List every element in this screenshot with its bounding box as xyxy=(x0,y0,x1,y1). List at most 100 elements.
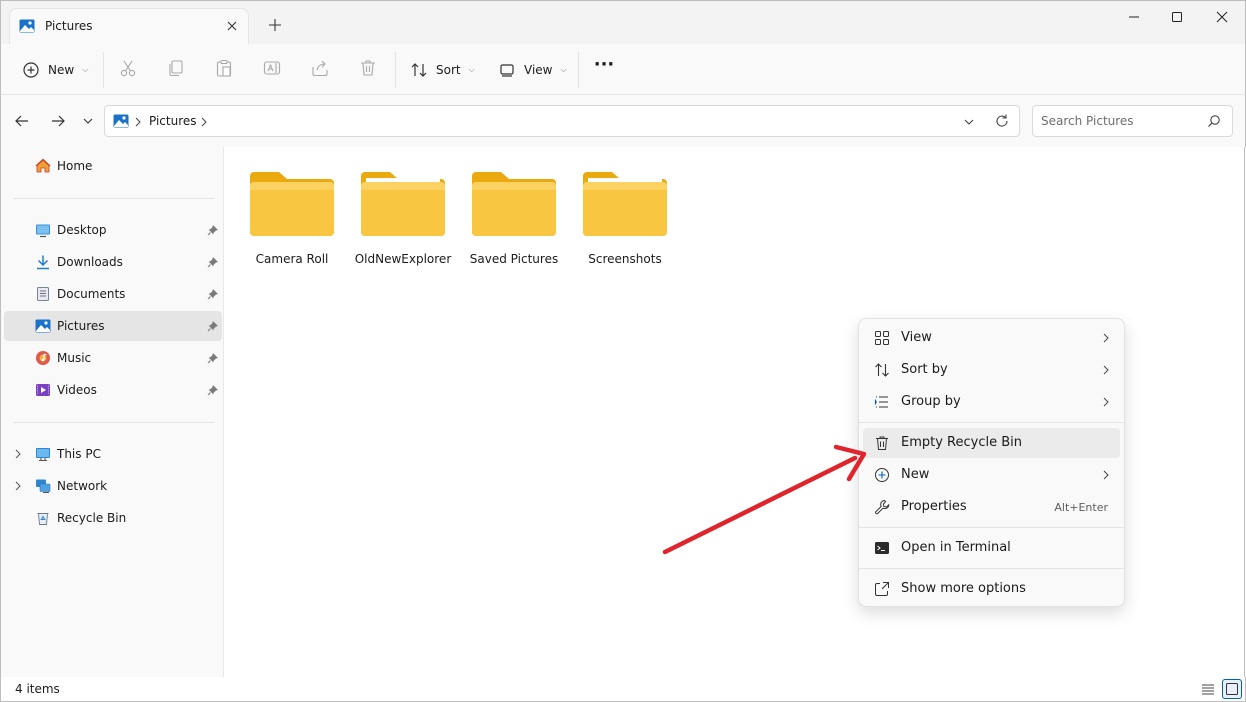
view-button[interactable]: View ⌵ xyxy=(498,55,567,85)
sidebar-item-label: Recycle Bin xyxy=(57,511,127,525)
address-history-chevron-icon[interactable] xyxy=(963,117,975,127)
chevron-right-icon xyxy=(1102,397,1110,407)
tab-pictures[interactable]: Pictures xyxy=(10,9,248,45)
folder-name: OldNewExplorer xyxy=(354,252,452,266)
folder-item[interactable]: OldNewExplorer xyxy=(348,170,458,280)
menu-item-open-in-terminal[interactable]: Open in Terminal xyxy=(863,533,1120,563)
sort-label: Sort xyxy=(436,63,461,77)
menu-item-sort-by[interactable]: Sort by xyxy=(863,355,1120,385)
copy-icon[interactable] xyxy=(166,58,186,78)
folder-item[interactable]: Saved Pictures xyxy=(459,170,569,280)
pin-icon[interactable] xyxy=(207,224,219,236)
plus-circle-icon xyxy=(22,61,40,79)
sidebar-item-downloads[interactable]: Downloads xyxy=(4,247,222,277)
expand-chevron-icon[interactable] xyxy=(13,449,23,459)
chevron-down-icon: ⌵ xyxy=(468,65,475,74)
sidebar-item-this-pc[interactable]: This PC xyxy=(4,439,222,469)
search-icon[interactable] xyxy=(1207,114,1221,128)
sidebar-item-videos[interactable]: Videos xyxy=(4,375,222,405)
sidebar-item-documents[interactable]: Documents xyxy=(4,279,222,309)
sort-icon xyxy=(410,61,428,79)
new-label: New xyxy=(48,63,75,77)
address-bar[interactable]: Pictures xyxy=(104,105,1020,137)
search-input[interactable]: Search Pictures xyxy=(1032,105,1233,137)
sidebar-item-label: This PC xyxy=(57,447,101,461)
chevron-down-icon: ⌵ xyxy=(560,65,567,74)
divider xyxy=(13,422,214,423)
computer-icon xyxy=(35,446,51,462)
network-icon xyxy=(35,478,51,494)
breadcrumb-pictures[interactable]: Pictures xyxy=(149,114,197,128)
sidebar-item-recycle-bin[interactable]: Recycle Bin xyxy=(4,503,222,533)
wrench-icon xyxy=(874,499,890,515)
desktop-icon xyxy=(35,222,51,238)
group-icon xyxy=(874,394,890,410)
new-tab-button[interactable] xyxy=(267,17,283,33)
sidebar-item-label: Network xyxy=(57,479,108,493)
chevron-right-icon[interactable] xyxy=(135,117,141,127)
sidebar-item-label: Pictures xyxy=(57,319,105,333)
sidebar-item-desktop[interactable]: Desktop xyxy=(4,215,222,245)
sidebar-item-label: Documents xyxy=(57,287,126,301)
paste-icon[interactable] xyxy=(214,58,234,78)
pictures-icon xyxy=(35,318,51,334)
back-arrow-icon[interactable] xyxy=(14,113,30,129)
search-placeholder: Search Pictures xyxy=(1041,114,1134,128)
details-view-icon[interactable] xyxy=(1201,682,1215,696)
folder-item[interactable]: Camera Roll xyxy=(237,170,347,280)
sidebar-item-music[interactable]: Music xyxy=(4,343,222,373)
item-count: 4 items xyxy=(15,682,60,696)
sidebar-item-network[interactable]: Network xyxy=(4,471,222,501)
context-menu: View Sort by Group by Empty Recycle Bin … xyxy=(858,318,1125,607)
more-options-button[interactable]: ··· xyxy=(593,56,615,78)
menu-item-group-by[interactable]: Group by xyxy=(863,387,1120,417)
chevron-right-icon xyxy=(1102,365,1110,375)
sidebar-item-label: Downloads xyxy=(57,255,123,269)
expand-chevron-icon[interactable] xyxy=(13,481,23,491)
menu-item-label: Empty Recycle Bin xyxy=(901,435,1022,450)
pin-icon[interactable] xyxy=(207,384,219,396)
divider xyxy=(103,52,104,88)
pin-icon[interactable] xyxy=(207,352,219,364)
tab-title: Pictures xyxy=(45,19,93,33)
folder-icon xyxy=(361,172,445,236)
cut-icon[interactable] xyxy=(118,58,138,78)
pin-icon[interactable] xyxy=(207,256,219,268)
minimize-button[interactable] xyxy=(1111,1,1157,33)
share-icon[interactable] xyxy=(310,58,330,78)
navigation-pane: Home Desktop Downloads Documents Picture… xyxy=(0,147,224,677)
close-tab-icon[interactable] xyxy=(224,18,240,34)
forward-arrow-icon[interactable] xyxy=(50,113,66,129)
menu-item-empty-recycle-bin[interactable]: Empty Recycle Bin xyxy=(863,428,1120,458)
pin-icon[interactable] xyxy=(207,288,219,300)
command-bar: New ⌵ Sort ⌵ View ⌵ ··· xyxy=(0,44,1246,95)
sidebar-item-home[interactable]: Home xyxy=(4,151,222,181)
menu-item-properties[interactable]: Properties Alt+Enter xyxy=(863,492,1120,522)
title-bar: Pictures xyxy=(0,0,1246,45)
divider xyxy=(395,52,396,88)
grid-icon xyxy=(874,330,890,346)
trash-icon xyxy=(874,435,890,451)
sidebar-item-label: Home xyxy=(57,159,93,173)
rename-icon[interactable] xyxy=(262,58,282,78)
close-window-button[interactable] xyxy=(1199,1,1245,33)
shortcut-label: Alt+Enter xyxy=(1054,501,1108,514)
delete-icon[interactable] xyxy=(358,58,378,78)
divider xyxy=(13,198,214,199)
tiles-view-icon xyxy=(1226,683,1238,695)
menu-item-label: Show more options xyxy=(901,581,1026,596)
recent-locations-chevron-icon[interactable] xyxy=(82,116,94,126)
sidebar-item-pictures[interactable]: Pictures xyxy=(4,311,222,341)
pin-icon[interactable] xyxy=(207,320,219,332)
refresh-icon[interactable] xyxy=(994,113,1010,129)
sort-button[interactable]: Sort ⌵ xyxy=(410,55,475,85)
chevron-right-icon[interactable] xyxy=(201,117,207,127)
maximize-button[interactable] xyxy=(1154,1,1200,33)
new-button[interactable]: New ⌵ xyxy=(22,55,88,85)
address-row: Pictures Search Pictures xyxy=(0,95,1246,147)
menu-item-show-more-options[interactable]: Show more options xyxy=(863,574,1120,604)
menu-item-view[interactable]: View xyxy=(863,323,1120,353)
folder-item[interactable]: Screenshots xyxy=(570,170,680,280)
menu-item-new[interactable]: New xyxy=(863,460,1120,490)
large-icons-view-button[interactable] xyxy=(1222,679,1242,699)
